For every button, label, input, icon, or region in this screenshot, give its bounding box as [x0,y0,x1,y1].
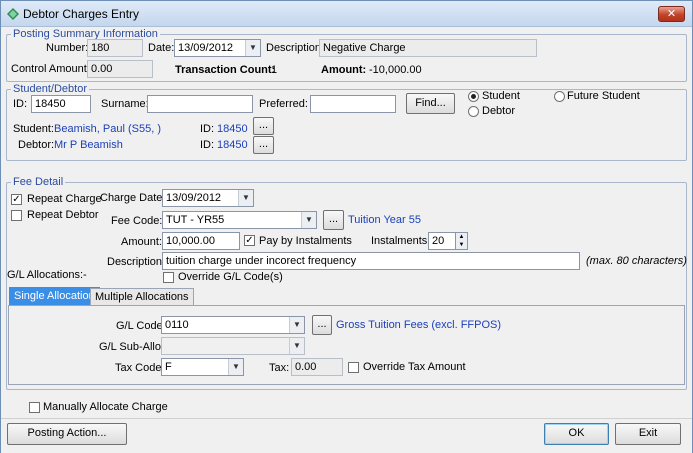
student-debtor-title: Student/Debtor [11,83,89,95]
gl-allocations-label: G/L Allocations:- [7,269,87,281]
charge-date-value: 13/09/2012 [166,192,222,204]
fee-code-label: Fee Code: [111,215,163,227]
chevron-down-icon[interactable]: ▼ [245,40,260,56]
tax-code-label: Tax Code: [115,362,165,374]
preferred-label: Preferred: [259,98,308,110]
gl-code-lookup-button[interactable]: ... [312,315,332,335]
charge-date-label: Charge Date: [100,192,166,204]
radio-student[interactable] [468,91,479,102]
amount-label: Amount: [321,64,367,76]
amount-value: -10,000.00 [369,64,422,76]
chevron-down-icon[interactable]: ▼ [289,317,304,333]
id-label: ID: [13,98,28,110]
chevron-down-icon[interactable]: ▼ [301,212,316,228]
preferred-input[interactable] [310,95,396,113]
tax-code-value: F [165,361,172,373]
tax-field: 0.00 [291,358,343,376]
fee-code-lookup-button[interactable]: ... [323,210,344,230]
close-button[interactable]: ✕ [658,6,685,22]
ok-button[interactable]: OK [544,423,609,445]
posting-date-value: 13/09/2012 [178,42,234,54]
student-id-label: ID: [200,123,215,135]
pay-by-instalments-checkbox[interactable]: ✓ [244,235,255,246]
tax-label: Tax: [269,362,290,374]
tab-multiple-allocations[interactable]: Multiple Allocations [90,288,194,306]
charge-date-picker[interactable]: 13/09/2012 ▼ [162,189,254,207]
fee-amount-label: Amount: [121,236,162,248]
gl-code-label: G/L Code: [116,320,166,332]
chevron-down-icon[interactable]: ▼ [238,190,253,206]
description-label: Description: [266,42,325,54]
tax-code-combo[interactable]: F ▼ [161,358,244,376]
fee-detail-title: Fee Detail [11,176,66,188]
gl-code-value: 0110 [165,319,189,331]
gl-code-description: Gross Tuition Fees (excl. FFPOS) [336,319,502,331]
repeat-debtor-label[interactable]: Repeat Debtor [27,208,99,222]
repeat-charge-checkbox[interactable]: ✓ [11,194,22,205]
tab-single-allocation[interactable]: Single Allocation [9,287,100,305]
manually-allocate-label[interactable]: Manually Allocate Charge [43,400,168,414]
repeat-charge-label[interactable]: Repeat Charge [27,192,102,206]
description-hint: (max. 80 characters) [586,255,687,267]
instalments-input[interactable]: 20 [428,232,456,250]
exit-button[interactable]: Exit [615,423,681,445]
override-gl-checkbox[interactable] [163,272,174,283]
repeat-debtor-checkbox[interactable] [11,210,22,221]
title-bar: Debtor Charges Entry ✕ [1,1,692,27]
transaction-count-value: 1 [271,64,278,76]
chevron-down-icon[interactable]: ▼ [228,359,243,375]
window-title: Debtor Charges Entry [23,7,140,21]
debtor-id-value: 18450 [217,139,248,151]
radio-student-label[interactable]: Student [482,89,520,103]
radio-debtor-label[interactable]: Debtor [482,104,515,118]
radio-future-student[interactable] [554,91,565,102]
override-tax-checkbox[interactable] [348,362,359,373]
student-lookup-button[interactable]: ... [253,117,274,135]
app-icon [7,8,19,20]
gl-sub-alloc-combo[interactable]: ▼ [161,337,305,355]
fee-code-combo[interactable]: TUT - YR55 ▼ [162,211,317,229]
fee-description-input[interactable]: tuition charge under incorect frequency [162,252,580,270]
debtor-id-label: ID: [200,139,215,151]
posting-action-button[interactable]: Posting Action... [7,423,127,445]
control-amount-field: 0.00 [87,60,153,78]
posting-date-picker[interactable]: 13/09/2012 ▼ [174,39,261,57]
control-amount-label: Control Amount: [11,63,90,75]
fee-description-label: Description: [107,256,166,268]
radio-debtor[interactable] [468,106,479,117]
debtor-lookup-button[interactable]: ... [253,136,274,154]
override-tax-label[interactable]: Override Tax Amount [363,360,466,374]
date-label: Date: [148,42,175,54]
surname-input[interactable] [147,95,253,113]
student-value: Beamish, Paul (S55, ) [54,123,161,135]
debtor-value: Mr P Beamish [54,139,123,151]
posting-description-field: Negative Charge [319,39,537,57]
gl-sub-alloc-label: G/L Sub-Alloc: [99,341,170,353]
chevron-down-icon[interactable]: ▼ [289,338,304,354]
radio-future-student-label[interactable]: Future Student [567,89,640,103]
student-label: Student: [13,123,54,135]
fee-code-description: Tuition Year 55 [348,214,421,226]
instalments-label: Instalments: [371,235,431,247]
find-button[interactable]: Find... [406,93,455,114]
number-field: 180 [87,39,143,57]
debtor-charges-window: Debtor Charges Entry ✕ Posting Summary I… [0,0,693,453]
manually-allocate-checkbox[interactable] [29,402,40,413]
override-gl-label[interactable]: Override G/L Code(s) [178,270,283,284]
transaction-count-label: Transaction Count: [175,64,276,76]
debtor-label: Debtor: [18,139,55,151]
pay-by-instalments-label[interactable]: Pay by Instalments [259,234,352,248]
gl-code-combo[interactable]: 0110 ▼ [161,316,305,334]
fee-amount-input[interactable]: 10,000.00 [162,232,240,250]
number-label: Number: [46,42,89,54]
surname-label: Surname: [101,98,149,110]
instalments-spinner[interactable]: ▲ ▼ [455,232,468,250]
fee-code-value: TUT - YR55 [166,214,225,226]
id-input[interactable]: 18450 [31,95,91,113]
student-id-value: 18450 [217,123,248,135]
